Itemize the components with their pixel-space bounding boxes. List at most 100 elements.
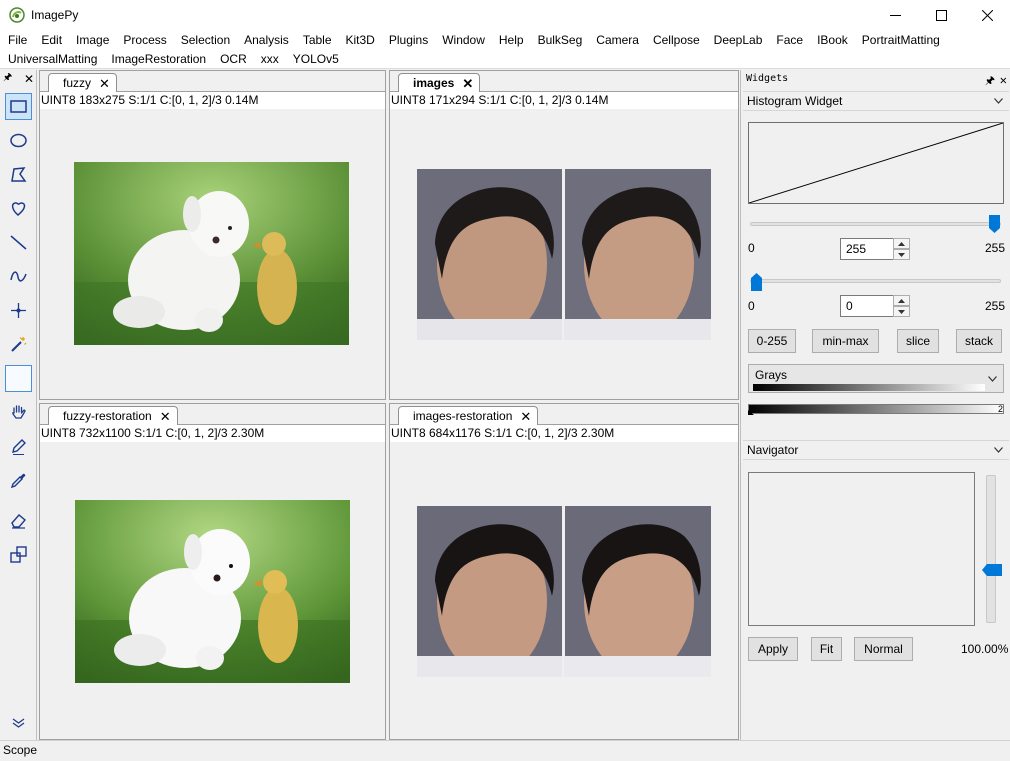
menu-camera[interactable]: Camera: [589, 31, 646, 50]
close-icon[interactable]: ✕: [462, 77, 473, 90]
tab-images[interactable]: images ✕: [398, 73, 481, 92]
close-icon[interactable]: ✕: [24, 72, 34, 86]
colormap-select[interactable]: Grays: [748, 364, 1004, 393]
transform-tool[interactable]: [5, 541, 32, 568]
menu-analysis[interactable]: Analysis: [237, 31, 296, 50]
stack-button[interactable]: stack: [956, 329, 1002, 353]
menu-process[interactable]: Process: [116, 31, 173, 50]
high-value-input[interactable]: [841, 239, 891, 259]
low-value-spinner[interactable]: [840, 295, 910, 317]
spin-down-icon[interactable]: [893, 249, 910, 260]
widgets-title: Widgets: [746, 73, 789, 84]
pencil-tool[interactable]: [5, 433, 32, 460]
high-slider-thumb[interactable]: [989, 215, 1000, 233]
close-icon: [981, 10, 993, 21]
image-canvas[interactable]: [40, 109, 385, 399]
magic-wand-tool[interactable]: [5, 331, 32, 358]
low-slider-thumb[interactable]: [751, 273, 762, 291]
spin-up-icon[interactable]: [893, 238, 910, 249]
tab-fuzzy[interactable]: fuzzy ✕: [48, 73, 117, 92]
minimize-button[interactable]: [872, 0, 918, 31]
tab-images-restoration[interactable]: images-restoration ✕: [398, 406, 539, 425]
tab-fuzzy-restoration[interactable]: fuzzy-restoration ✕: [48, 406, 178, 425]
point-tool[interactable]: [5, 297, 32, 324]
menu-imagerestoration[interactable]: ImageRestoration: [104, 50, 213, 69]
low-value-input[interactable]: [841, 296, 891, 316]
close-icon[interactable]: ✕: [99, 77, 110, 90]
range-0-255-button[interactable]: 0-255: [748, 329, 796, 353]
pin-icon[interactable]: 🖈: [3, 70, 12, 87]
tool-panel: 🖈 ✕: [0, 70, 37, 740]
menu-cellpose[interactable]: Cellpose: [646, 31, 707, 50]
menu-help[interactable]: Help: [492, 31, 531, 50]
menu-table[interactable]: Table: [296, 31, 339, 50]
menu-window[interactable]: Window: [435, 31, 492, 50]
navigator-title: Navigator: [747, 443, 799, 457]
menu-deeplab[interactable]: DeepLab: [707, 31, 770, 50]
low-min-label: 0: [748, 299, 755, 313]
navigator-preview[interactable]: [748, 472, 975, 626]
menu-image[interactable]: Image: [69, 31, 116, 50]
image-canvas[interactable]: [390, 109, 738, 399]
menu-bulkseg[interactable]: BulkSeg: [531, 31, 590, 50]
menu-ibook[interactable]: IBook: [810, 31, 855, 50]
menu-file[interactable]: File: [1, 31, 34, 50]
image-pane-images: images ✕ UINT8 171x294 S:1/1 C:[0, 1, 2]…: [389, 70, 739, 400]
zoom-slider[interactable]: [986, 475, 996, 623]
spin-up-icon[interactable]: [893, 295, 910, 306]
image-canvas[interactable]: [40, 442, 385, 739]
menu-plugins[interactable]: Plugins: [382, 31, 435, 50]
zoom-level: 100.00%: [961, 642, 1009, 656]
spin-down-icon[interactable]: [893, 306, 910, 317]
menu-ocr[interactable]: OCR: [213, 50, 254, 69]
menu-bar: File Edit Image Process Selection Analysis Tab…: [0, 31, 1010, 69]
close-icon[interactable]: ✕: [520, 410, 531, 423]
high-value-spinner[interactable]: [840, 238, 910, 260]
polygon-select-tool[interactable]: [5, 161, 32, 188]
eraser-tool[interactable]: [5, 507, 32, 534]
fit-button[interactable]: Fit: [811, 637, 842, 661]
zoom-slider-thumb[interactable]: [982, 564, 1002, 576]
low-threshold-slider[interactable]: [750, 279, 1001, 283]
histogram-widget-header[interactable]: Histogram Widget: [743, 91, 1009, 111]
menu-xxx[interactable]: xxx: [254, 50, 286, 69]
ellipse-select-tool[interactable]: [5, 127, 32, 154]
menu-portraitmatting[interactable]: PortraitMatting: [855, 31, 947, 50]
empty-tool-slot[interactable]: [5, 365, 32, 392]
rectangle-select-tool[interactable]: [5, 93, 32, 120]
window-title: ImagePy: [31, 8, 79, 22]
hand-tool[interactable]: [5, 399, 32, 426]
navigator-header[interactable]: Navigator: [743, 440, 1009, 460]
menu-edit[interactable]: Edit: [34, 31, 69, 50]
more-tools-button[interactable]: [5, 709, 32, 736]
apply-button[interactable]: Apply: [748, 637, 798, 661]
color-picker-tool[interactable]: [5, 467, 32, 494]
pin-icon[interactable]: 🖈: [985, 72, 995, 90]
slice-button[interactable]: slice: [897, 329, 939, 353]
menu-selection[interactable]: Selection: [174, 31, 237, 50]
menu-kit3d[interactable]: Kit3D: [339, 31, 382, 50]
close-icon[interactable]: ✕: [1000, 71, 1007, 89]
image-info: UINT8 732x1100 S:1/1 C:[0, 1, 2]/3 2.30M: [40, 425, 385, 442]
maximize-button[interactable]: [918, 0, 964, 31]
image-info: UINT8 684x1176 S:1/1 C:[0, 1, 2]/3 2.30M: [390, 425, 738, 442]
high-threshold-slider[interactable]: [750, 222, 1001, 226]
min-max-button[interactable]: min-max: [812, 329, 879, 353]
freeline-tool[interactable]: [5, 263, 32, 290]
title-bar: ImagePy: [0, 0, 1010, 31]
menu-yolov5[interactable]: YOLOv5: [286, 50, 346, 69]
line-tool[interactable]: [5, 229, 32, 256]
menu-universalmatting[interactable]: UniversalMatting: [1, 50, 104, 69]
image-canvas[interactable]: [390, 442, 738, 739]
normal-button[interactable]: Normal: [854, 637, 913, 661]
eyedropper-icon: [10, 473, 26, 489]
transform-icon: [10, 546, 27, 563]
intensity-gradient-bar: 2: [748, 404, 1004, 415]
line-icon: [10, 235, 27, 250]
close-icon[interactable]: ✕: [160, 410, 171, 423]
pane-tab-bar: images ✕: [390, 71, 738, 92]
close-button[interactable]: [964, 0, 1010, 31]
menu-face[interactable]: Face: [769, 31, 810, 50]
point-icon: [11, 303, 26, 318]
freehand-select-tool[interactable]: [5, 195, 32, 222]
